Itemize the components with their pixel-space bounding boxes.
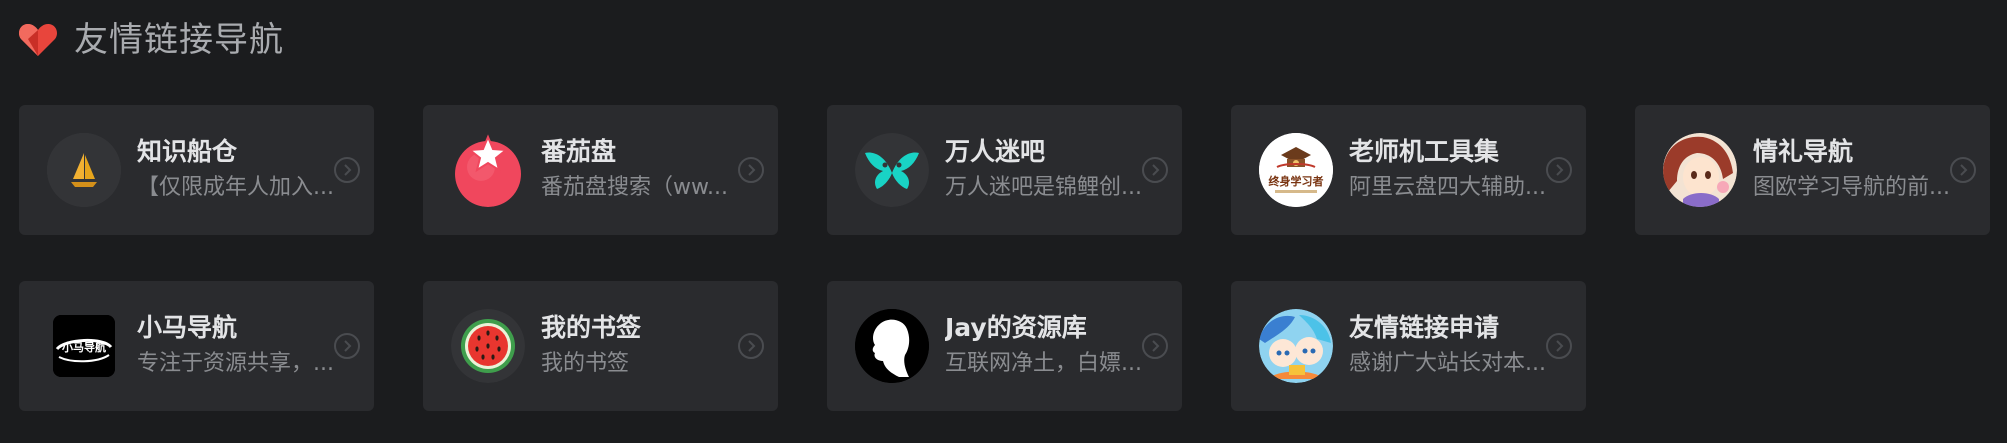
link-card-xiaoma-nav[interactable]: 小马导航 小马导航 专注于资源共享，...	[19, 281, 374, 411]
link-card-qingli-nav[interactable]: 情礼导航 图欧学习导航的前...	[1635, 105, 1990, 235]
link-card-my-bookmarks[interactable]: 我的书签 我的书签	[423, 281, 778, 411]
link-card-wanrenmiba[interactable]: 万人迷吧 万人迷吧是锦鲤创...	[827, 105, 1182, 235]
lifelong-learning-logo-icon: 终身学习者	[1259, 133, 1333, 207]
chevron-right-circle-icon	[334, 333, 360, 359]
card-description: 感谢广大站长对本...	[1349, 351, 1546, 376]
heart-icon	[18, 22, 58, 58]
section-title: 友情链接导航	[74, 20, 284, 60]
card-text: 我的书签 我的书签	[541, 311, 741, 381]
card-description: 阿里云盘四大辅助...	[1349, 175, 1546, 200]
card-title: 知识船仓	[137, 137, 238, 166]
friend-links-page: 友情链接导航 知识船仓 【仅限成年人加入... 番茄盘 番茄盘搜索（ww... …	[0, 0, 2007, 443]
card-title: 番茄盘	[541, 137, 617, 166]
card-title: 我的书签	[541, 313, 642, 342]
card-title: 友情链接申请	[1349, 313, 1500, 342]
card-title: 老师机工具集	[1349, 137, 1500, 166]
card-text: 情礼导航 图欧学习导航的前...	[1753, 135, 1953, 205]
section-header: 友情链接导航	[18, 18, 284, 62]
chevron-right-circle-icon	[1142, 157, 1168, 183]
card-title: 情礼导航	[1753, 137, 1854, 166]
butterfly-icon	[855, 133, 929, 207]
sailboat-icon	[47, 133, 121, 207]
chevron-right-circle-icon	[334, 157, 360, 183]
card-description: 万人迷吧是锦鲤创...	[945, 175, 1142, 200]
logo-text: 小马导航	[61, 340, 106, 354]
card-title: 小马导航	[137, 313, 238, 342]
link-card-zhishichuancang[interactable]: 知识船仓 【仅限成年人加入...	[19, 105, 374, 235]
card-text: 友情链接申请 感谢广大站长对本...	[1349, 311, 1549, 381]
chevron-right-circle-icon	[1142, 333, 1168, 359]
chevron-right-circle-icon	[738, 157, 764, 183]
anime-group-icon	[1259, 309, 1333, 383]
logo-text: 终身学习者	[1269, 174, 1324, 188]
card-description: 专注于资源共享，...	[137, 351, 334, 376]
card-description: 我的书签	[541, 351, 630, 376]
chevron-right-circle-icon	[1950, 157, 1976, 183]
card-description: 图欧学习导航的前...	[1753, 175, 1950, 200]
chevron-right-circle-icon	[1546, 157, 1572, 183]
link-card-jay-resources[interactable]: Jay的资源库 互联网净土，白嫖...	[827, 281, 1182, 411]
links-grid: 知识船仓 【仅限成年人加入... 番茄盘 番茄盘搜索（ww... 万人迷吧 万人…	[19, 105, 1990, 411]
chevron-right-circle-icon	[738, 333, 764, 359]
chevron-right-circle-icon	[1546, 333, 1572, 359]
xiaoma-logo-icon: 小马导航	[53, 315, 115, 377]
card-title: 万人迷吧	[945, 137, 1046, 166]
card-title: Jay的资源库	[945, 313, 1087, 342]
card-text: 老师机工具集 阿里云盘四大辅助...	[1349, 135, 1549, 205]
card-description: 番茄盘搜索（ww...	[541, 175, 728, 200]
silhouette-icon	[855, 309, 929, 383]
watermelon-icon	[451, 309, 525, 383]
card-text: 番茄盘 番茄盘搜索（ww...	[541, 135, 741, 205]
anime-avatar-icon	[1663, 133, 1737, 207]
link-card-fanqiepan[interactable]: 番茄盘 番茄盘搜索（ww...	[423, 105, 778, 235]
card-text: 万人迷吧 万人迷吧是锦鲤创...	[945, 135, 1145, 205]
card-description: 互联网净土，白嫖...	[945, 351, 1142, 376]
card-text: 小马导航 专注于资源共享，...	[137, 311, 337, 381]
card-text: Jay的资源库 互联网净土，白嫖...	[945, 311, 1145, 381]
link-card-friend-link-apply[interactable]: 友情链接申请 感谢广大站长对本...	[1231, 281, 1586, 411]
tomato-icon	[451, 133, 525, 207]
card-description: 【仅限成年人加入...	[137, 175, 334, 200]
card-text: 知识船仓 【仅限成年人加入...	[137, 135, 337, 205]
link-card-laoshiji-tools[interactable]: 终身学习者 老师机工具集 阿里云盘四大辅助...	[1231, 105, 1586, 235]
